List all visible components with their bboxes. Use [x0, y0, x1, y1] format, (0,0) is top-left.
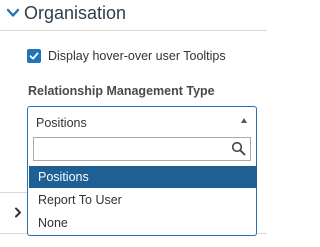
- tooltips-checkbox-row[interactable]: Display hover-over user Tooltips: [27, 47, 226, 65]
- chevron-down-icon: [6, 8, 20, 17]
- tooltips-checkbox-label: Display hover-over user Tooltips: [48, 49, 226, 63]
- dropdown-search-box[interactable]: [33, 137, 251, 161]
- section-title: Organisation: [24, 3, 127, 23]
- select-current-value: Positions: [36, 116, 87, 130]
- option-positions[interactable]: Positions: [29, 166, 257, 188]
- relationship-type-label: Relationship Management Type: [28, 84, 215, 98]
- option-none[interactable]: None: [29, 212, 257, 234]
- collapsed-section-header[interactable]: [0, 192, 28, 234]
- dropdown-search-input[interactable]: [34, 138, 232, 160]
- settings-panel: Organisation Display hover-over user Too…: [0, 0, 267, 247]
- checkmark-icon: [29, 52, 39, 60]
- section-header-organisation[interactable]: Organisation: [0, 0, 267, 30]
- caret-up-icon: [241, 118, 247, 123]
- relationship-type-dropdown: Positions Report To User None: [27, 132, 257, 236]
- option-report-to-user[interactable]: Report To User: [29, 189, 257, 211]
- tooltips-checkbox[interactable]: [27, 49, 41, 63]
- search-icon: [231, 141, 246, 156]
- section-divider: [0, 30, 267, 31]
- chevron-right-icon: [15, 207, 21, 218]
